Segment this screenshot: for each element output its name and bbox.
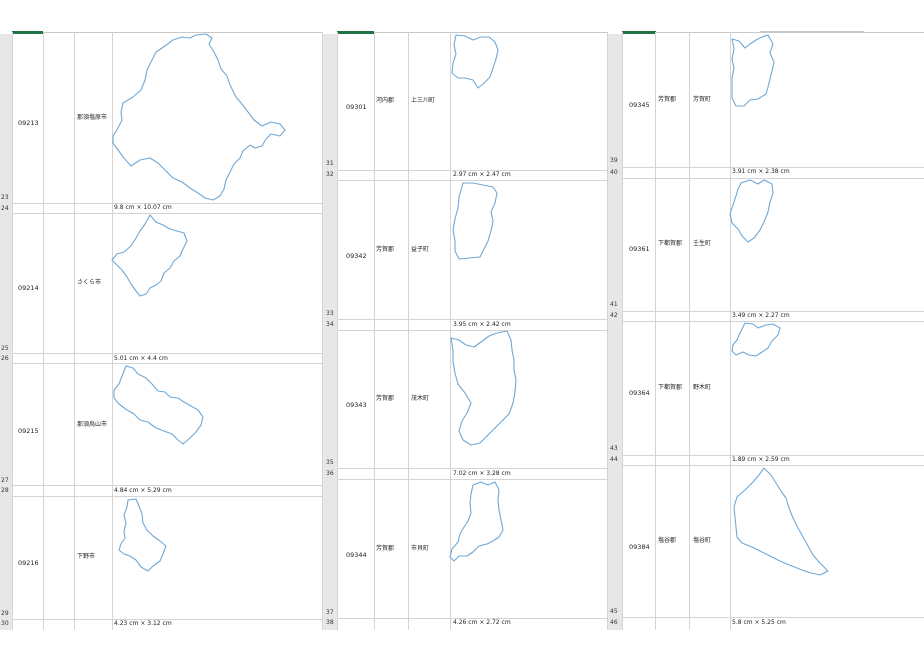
map-outline-shimotsuke[interactable] (0, 0, 323, 630)
map-outline-shioya[interactable] (608, 0, 924, 630)
sheet-panel-1: 23 24 25 26 27 28 29 30 09213 那須塩原市 9.8 … (0, 0, 323, 630)
map-outline-ichikai[interactable] (323, 0, 608, 630)
sheet-panel-3: 39 40 41 42 43 44 45 46 09345 芳賀郡 芳賀町 3.… (608, 0, 924, 630)
sheet-panel-2: 31 32 33 34 35 36 37 38 09301 河内郡 上三川町 2… (323, 0, 608, 630)
window-top-border (760, 31, 864, 32)
